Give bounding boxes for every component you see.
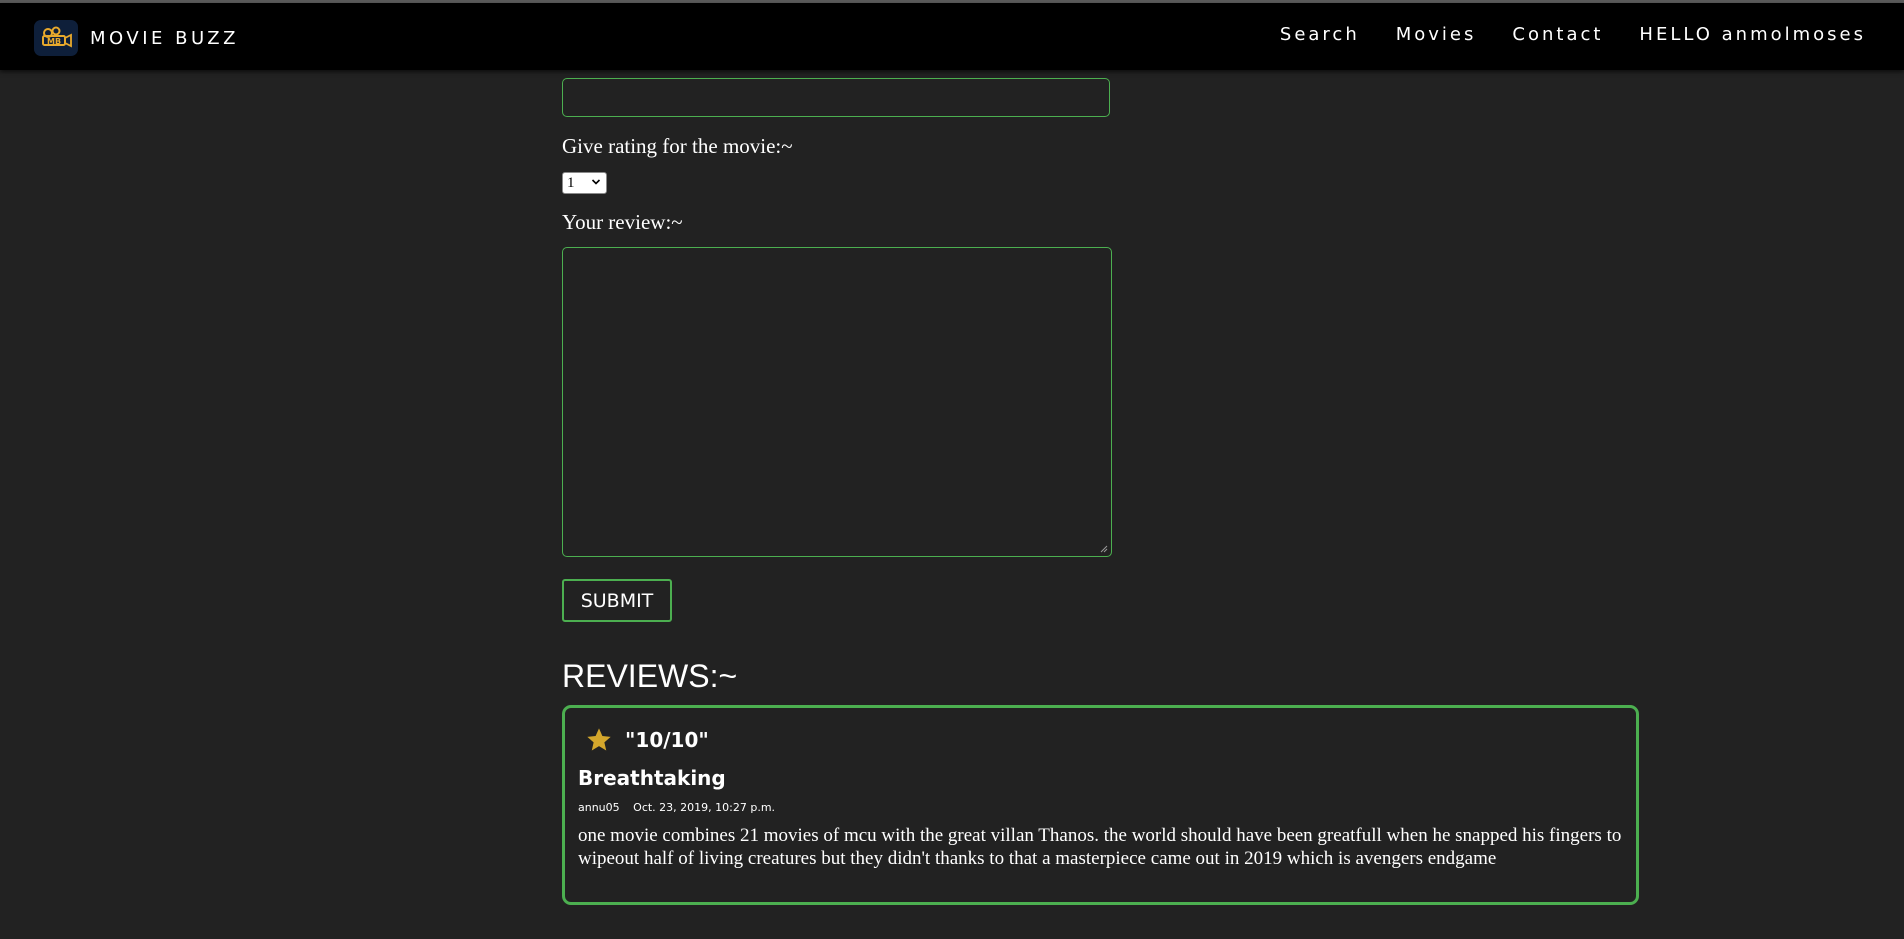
- review-card: "10/10" Breathtaking annu05 Oct. 23, 201…: [562, 705, 1639, 905]
- movie-buzz-logo-icon: MB: [34, 20, 78, 56]
- review-date: Oct. 23, 2019, 10:27 p.m.: [633, 801, 776, 814]
- review-author: annu05: [578, 801, 620, 814]
- review-label: Your review:~: [562, 210, 683, 234]
- star-icon: [587, 728, 611, 751]
- nav-movies-link[interactable]: Movies: [1396, 24, 1477, 45]
- svg-text:MB: MB: [47, 37, 61, 46]
- review-title-input[interactable]: [562, 78, 1110, 117]
- review-score: "10/10": [625, 728, 709, 752]
- nav-search-link[interactable]: Search: [1280, 24, 1360, 45]
- nav-user-greeting-link[interactable]: HELLO anmolmoses: [1639, 24, 1866, 45]
- brand-link[interactable]: MB MOVIE BUZZ: [34, 20, 239, 56]
- rating-selected-value: 1: [567, 174, 575, 191]
- navbar: MB MOVIE BUZZ Search Movies Contact HELL…: [0, 3, 1904, 70]
- review-title: Breathtaking: [578, 766, 726, 790]
- reviews-heading: REVIEWS:~: [562, 658, 738, 694]
- resize-handle-icon[interactable]: [1100, 545, 1108, 553]
- review-meta: annu05 Oct. 23, 2019, 10:27 p.m.: [578, 801, 775, 814]
- brand-name: MOVIE BUZZ: [90, 27, 239, 49]
- chevron-down-icon: [591, 179, 601, 185]
- review-score-row: "10/10": [585, 726, 709, 754]
- rating-select[interactable]: 1: [562, 172, 607, 194]
- submit-button[interactable]: SUBMIT: [562, 579, 672, 622]
- review-textarea[interactable]: [562, 247, 1112, 557]
- nav-contact-link[interactable]: Contact: [1512, 24, 1603, 45]
- review-body: one movie combines 21 movies of mcu with…: [578, 825, 1622, 869]
- rating-label: Give rating for the movie:~: [562, 134, 793, 158]
- nav-links: Search Movies Contact HELLO anmolmoses: [1280, 24, 1866, 45]
- page: MB MOVIE BUZZ Search Movies Contact HELL…: [0, 0, 1904, 939]
